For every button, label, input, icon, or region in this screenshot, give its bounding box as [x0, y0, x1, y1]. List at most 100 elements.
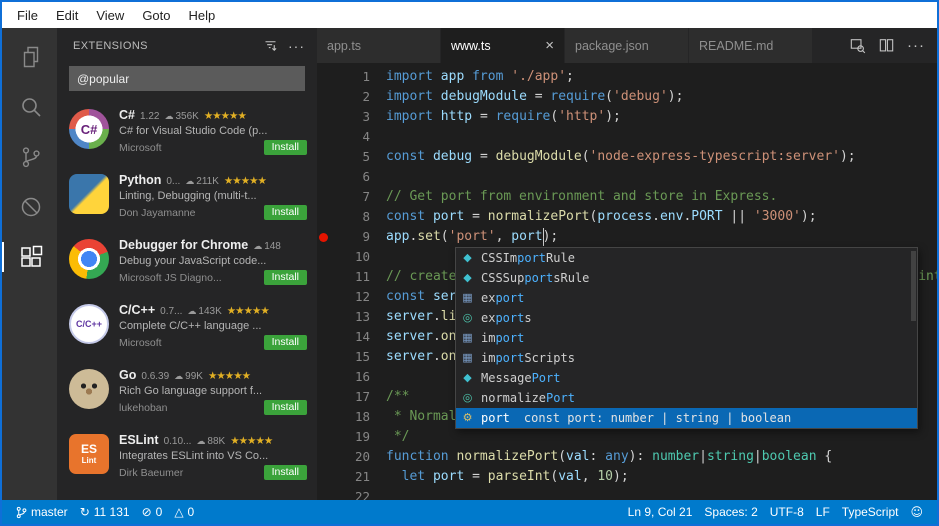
line-number[interactable]: 8 — [330, 207, 370, 227]
extension-publisher: Dirk Baeumer — [119, 466, 184, 479]
gutter-margin — [317, 87, 330, 107]
filter-icon[interactable] — [263, 38, 278, 53]
line-number[interactable]: 6 — [330, 167, 370, 187]
install-button[interactable]: Install — [263, 400, 307, 415]
extension-go[interactable]: Go 0.6.39 ☁ 99K ★★★★★ Rich Go language suppor… — [57, 361, 317, 426]
line-number[interactable]: 16 — [330, 367, 370, 387]
line-number[interactable]: 11 — [330, 267, 370, 287]
suggestion-port[interactable]: ⚙ port const port: number | string | boole… — [456, 408, 917, 428]
suggestion-messageport[interactable]: ◆ MessagePort — [456, 368, 917, 388]
status-sync[interactable]: ↻ 11 131 — [74, 500, 136, 524]
star-rating: ★★★★★ — [223, 175, 267, 187]
suggestion-exports[interactable]: ◎ exports — [456, 308, 917, 328]
menu-edit[interactable]: Edit — [47, 6, 87, 25]
line-number[interactable]: 22 — [330, 487, 370, 500]
cpp-logo-icon: C/C++ — [69, 304, 109, 344]
line-number[interactable]: 4 — [330, 127, 370, 147]
line-number[interactable]: 15 — [330, 347, 370, 367]
status-errors[interactable]: ⊘ 0 — [136, 500, 169, 524]
sidebar-header-actions: ··· — [263, 38, 305, 54]
debug-icon[interactable] — [2, 192, 57, 222]
menu-help[interactable]: Help — [180, 6, 225, 25]
status-encoding[interactable]: UTF-8 — [764, 500, 810, 524]
code-editor[interactable]: 1 import app from './app'; 2 import debugMo… — [317, 63, 937, 500]
line-number[interactable]: 14 — [330, 327, 370, 347]
line-number[interactable]: 2 — [330, 87, 370, 107]
extension-eslint[interactable]: ES Lint ESLint 0.10... ☁ 88K ★★★★★ Integrates E… — [57, 426, 317, 491]
tab-bar: app.ts www.ts × package.json README.md ··· — [317, 28, 937, 63]
status-eol[interactable]: LF — [810, 500, 836, 524]
line-number[interactable]: 21 — [330, 467, 370, 487]
vscode-window: FileEditViewGotoHelp EXTENSIONS ··· C#C#… — [0, 0, 939, 526]
sync-icon: ↻ — [79, 505, 90, 519]
gutter-margin — [317, 287, 330, 307]
status-indentation[interactable]: Spaces: 2 — [698, 500, 763, 524]
status-cursor-position[interactable]: Ln 9, Col 21 — [622, 500, 699, 524]
suggestion-import[interactable]: ▦ import — [456, 328, 917, 348]
install-button[interactable]: Install — [263, 140, 307, 155]
tab-app-ts[interactable]: app.ts — [317, 28, 441, 63]
value-icon: ◎ — [462, 311, 473, 324]
gutter-margin — [317, 247, 330, 267]
status-git-branch[interactable]: master — [10, 500, 74, 524]
line-number[interactable]: 1 — [330, 67, 370, 87]
status-label: TypeScript — [841, 505, 899, 519]
extensions-search-input[interactable] — [69, 66, 305, 91]
line-number[interactable]: 7 — [330, 187, 370, 207]
suggestion-label: CSSSupportsRule — [481, 271, 590, 285]
suggestion-normalizeport[interactable]: ◎ normalizePort — [456, 388, 917, 408]
extension-version: 0... — [166, 176, 181, 187]
source-control-icon[interactable] — [2, 142, 57, 172]
extensions-icon[interactable] — [2, 242, 57, 272]
gutter-margin — [317, 367, 330, 387]
status-warnings[interactable]: △ 0 — [168, 500, 200, 524]
tab-readme-md[interactable]: README.md — [689, 28, 813, 63]
line-number[interactable]: 10 — [330, 247, 370, 267]
code-line: 8 const port = normalizePort(process.env.… — [317, 207, 937, 227]
breakpoint-dot[interactable] — [317, 227, 330, 247]
suggestion-importscripts[interactable]: ▦ importScripts — [456, 348, 917, 368]
line-number[interactable]: 17 — [330, 387, 370, 407]
install-button[interactable]: Install — [263, 465, 307, 480]
line-number[interactable]: 3 — [330, 107, 370, 127]
suggestion-csssupportsrule[interactable]: ◆ CSSSupportsRule — [456, 268, 917, 288]
extension-python[interactable]: Python 0... ☁ 211K ★★★★★ Linting, Debugging (… — [57, 166, 317, 231]
line-number[interactable]: 12 — [330, 287, 370, 307]
menu-file[interactable]: File — [8, 6, 47, 25]
close-tab-icon[interactable]: × — [545, 37, 554, 54]
line-number[interactable]: 13 — [330, 307, 370, 327]
extension-c-c[interactable]: C/C++ C/C++ 0.7... ☁ 143K ★★★★★ Complete C/C++… — [57, 296, 317, 361]
line-number[interactable]: 5 — [330, 147, 370, 167]
split-editor-icon[interactable] — [878, 37, 895, 54]
extension-debugger-for-chrome[interactable]: Debugger for Chrome ☁ 148 Debug your JavaSc… — [57, 231, 317, 296]
status-label: 11 131 — [93, 505, 130, 519]
line-number[interactable]: 9 — [330, 227, 370, 247]
line-number[interactable]: 20 — [330, 447, 370, 467]
install-button[interactable]: Install — [263, 205, 307, 220]
install-button[interactable]: Install — [263, 335, 307, 350]
code-text: function normalizePort(val: any): number… — [386, 449, 833, 464]
extension-name: C/C++ — [119, 303, 156, 317]
menu-goto[interactable]: Goto — [133, 6, 179, 25]
status-left: master ↻ 11 131 ⊘ 0 △ 0 — [10, 500, 622, 524]
extension-c[interactable]: C# C# 1.22 ☁ 356K ★★★★★ C# for Visual Studio C… — [57, 101, 317, 166]
code-line: 1 import app from './app'; — [317, 67, 937, 87]
tab-package-json[interactable]: package.json — [565, 28, 689, 63]
more-actions-icon[interactable]: ··· — [288, 38, 305, 54]
preview-icon[interactable] — [849, 37, 866, 54]
suggestion-label: import — [481, 331, 525, 345]
menu-view[interactable]: View — [87, 6, 133, 25]
install-button[interactable]: Install — [263, 270, 307, 285]
suggestion-cssimportrule[interactable]: ◆ CSSImportRule — [456, 248, 917, 268]
download-cloud-icon: ☁ — [174, 372, 184, 382]
more-actions-icon[interactable]: ··· — [907, 37, 925, 54]
search-icon[interactable] — [2, 92, 57, 122]
tab-www-ts[interactable]: www.ts × — [441, 28, 565, 63]
line-number[interactable]: 19 — [330, 427, 370, 447]
status-language-mode[interactable]: TypeScript — [836, 500, 905, 524]
gutter-margin — [317, 267, 330, 287]
suggestion-export[interactable]: ▦ export — [456, 288, 917, 308]
line-number[interactable]: 18 — [330, 407, 370, 427]
explorer-icon[interactable] — [2, 42, 57, 72]
status-feedback[interactable]: ☺ — [904, 500, 929, 524]
